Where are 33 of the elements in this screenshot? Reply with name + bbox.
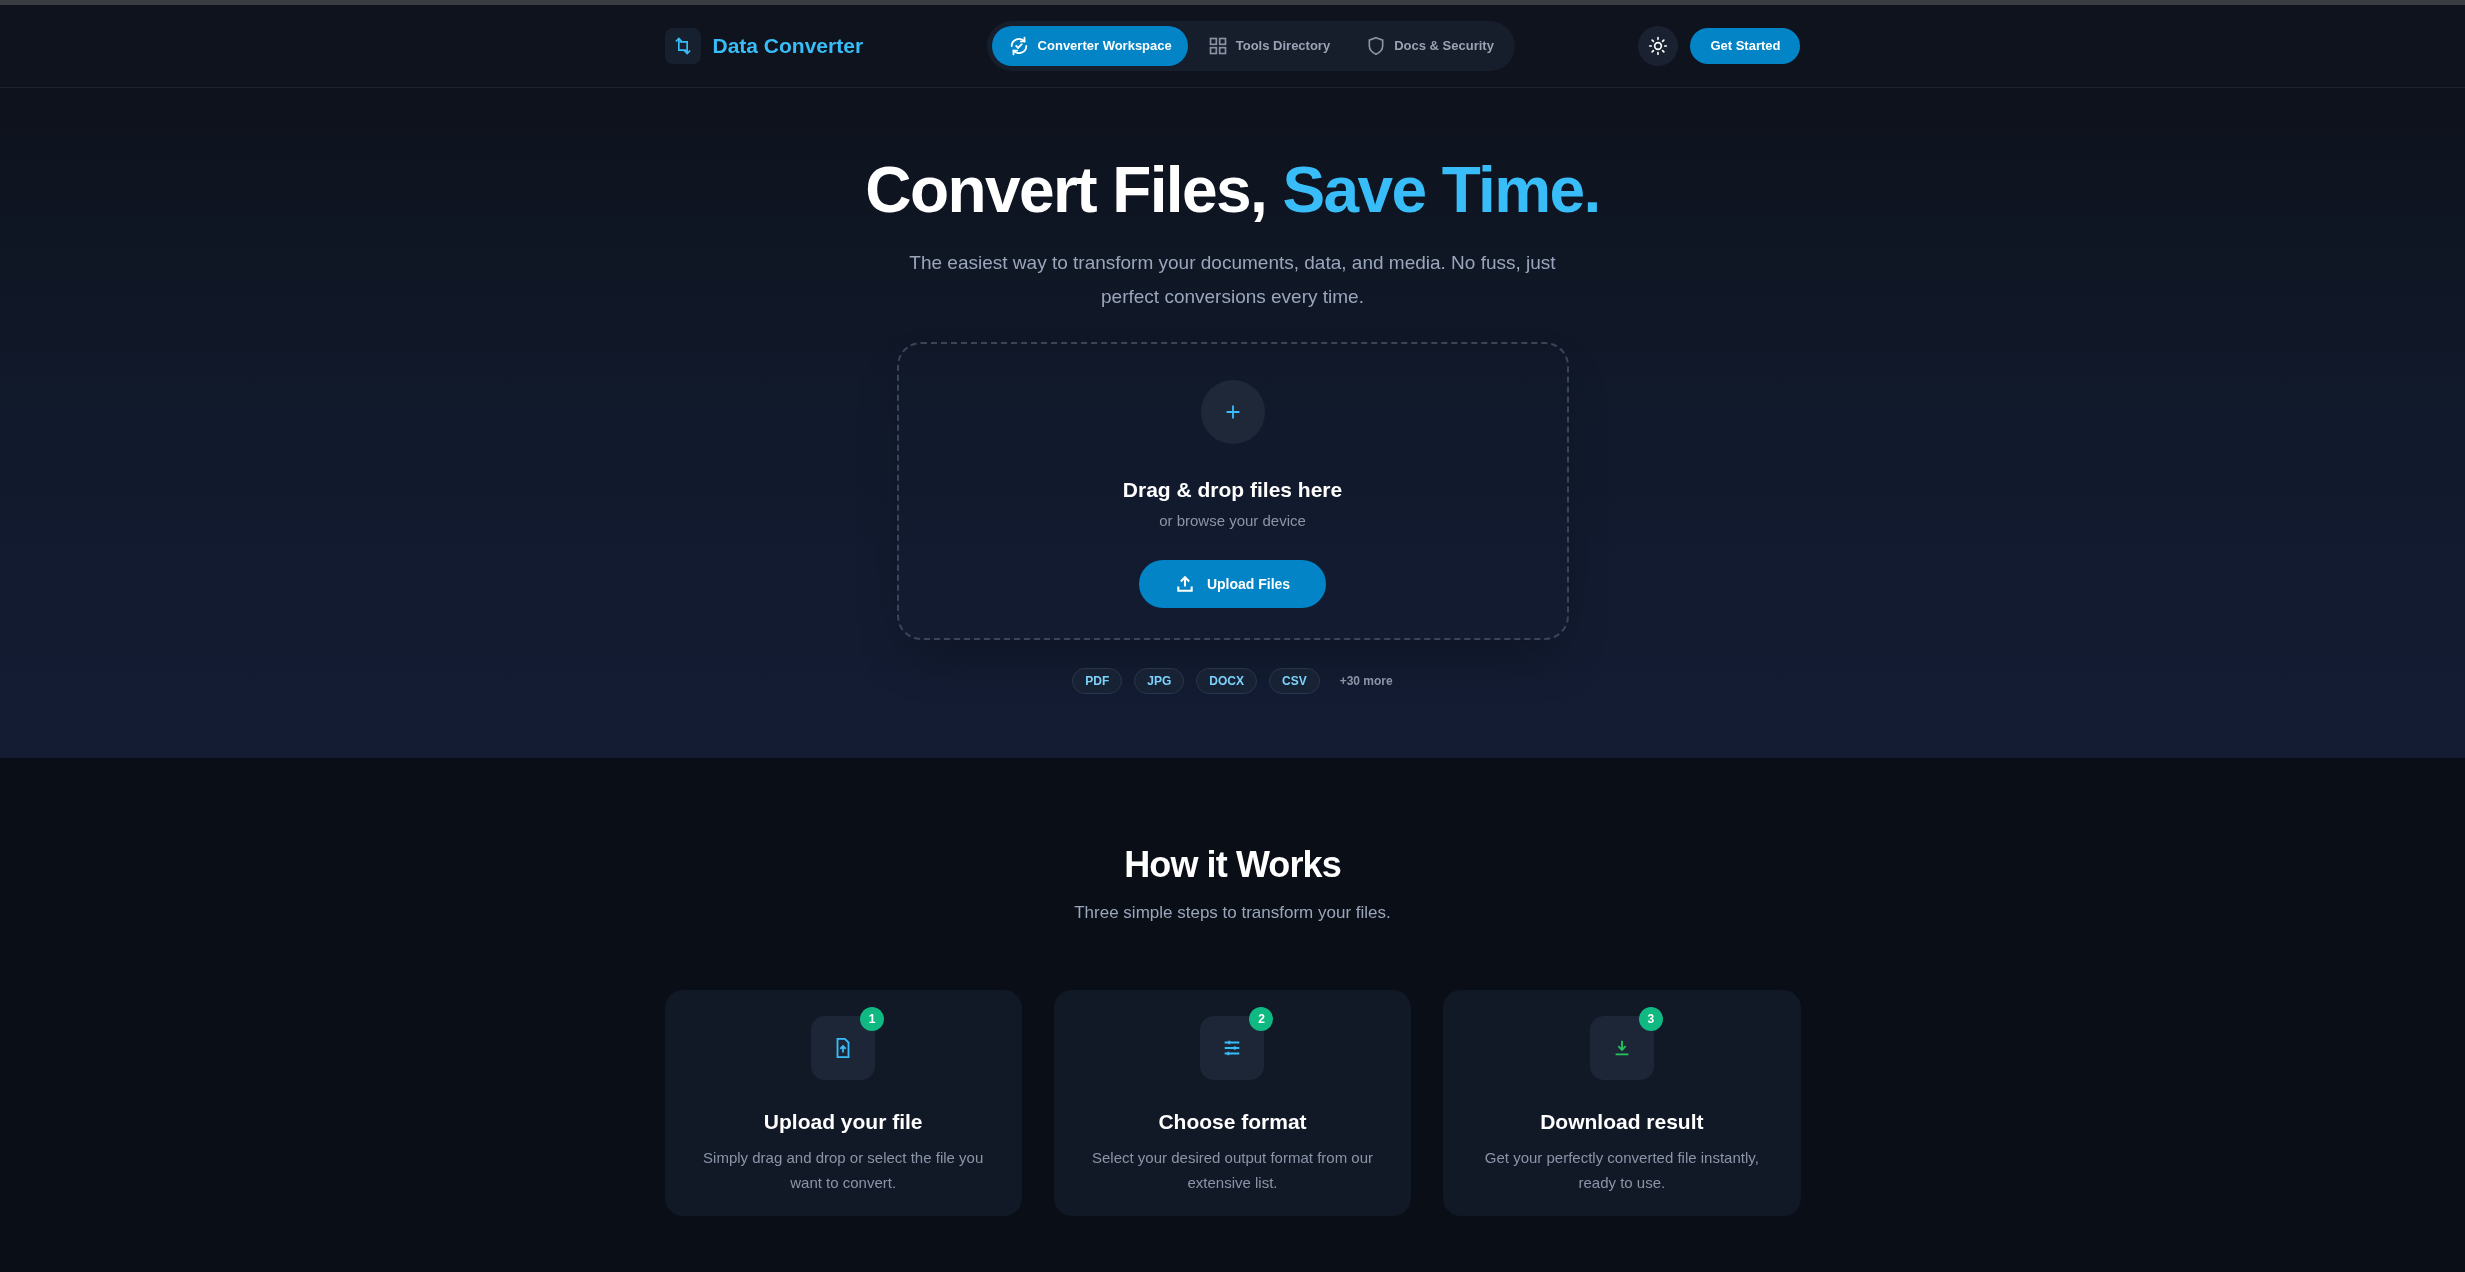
step-description: Simply drag and drop or select the file you want to convert.: [702, 1148, 985, 1193]
format-tag: DOCX: [1196, 668, 1257, 694]
step-title: Download result: [1540, 1108, 1704, 1135]
drop-zone[interactable]: Drag & drop files here or browse your device Upload Files: [896, 342, 1569, 640]
hero-title: Convert Files, Save Time.: [865, 158, 1600, 222]
theme-toggle-button[interactable]: [1638, 26, 1679, 66]
step-number-badge: 1: [860, 1006, 885, 1031]
step-title: Choose format: [1158, 1108, 1307, 1135]
format-tag: PDF: [1072, 668, 1123, 694]
logo-icon: [664, 28, 701, 64]
format-tag: CSV: [1268, 668, 1320, 694]
step-title: Upload your file: [763, 1108, 923, 1135]
upload-icon: [1174, 574, 1195, 594]
get-started-button[interactable]: Get Started: [1690, 28, 1801, 64]
nav-tab[interactable]: Converter Workspace: [991, 26, 1188, 66]
grid-icon: [1207, 36, 1228, 56]
step-description: Get your perfectly converted file instantly, ready to use.: [1483, 1148, 1760, 1193]
hero-subtitle: The easiest way to transform your documents, data, and media. No fuss, just perfect conversions every time.: [908, 251, 1557, 309]
nav-tab[interactable]: Docs & Security: [1350, 26, 1510, 66]
shield-icon: [1366, 36, 1387, 56]
step-number-badge: 2: [1249, 1006, 1274, 1031]
more-formats-label: +30 more: [1339, 673, 1393, 690]
step-number-badge: 3: [1638, 1006, 1663, 1031]
drop-subheading: or browse your device: [1159, 510, 1306, 531]
step-description: Select your desired output format from our extensive list.: [1091, 1148, 1374, 1193]
section-title: How it Works: [1124, 843, 1341, 887]
nav-tab[interactable]: Tools Directory: [1191, 26, 1347, 66]
sun-icon: [1648, 36, 1669, 56]
upload-files-button[interactable]: Upload Files: [1138, 560, 1327, 608]
brand-name: Data Converter: [712, 33, 864, 60]
format-tag: JPG: [1134, 668, 1185, 694]
drop-heading: Drag & drop files here: [1122, 477, 1343, 503]
section-subtitle: Three simple steps to transform your files.: [1074, 902, 1391, 924]
